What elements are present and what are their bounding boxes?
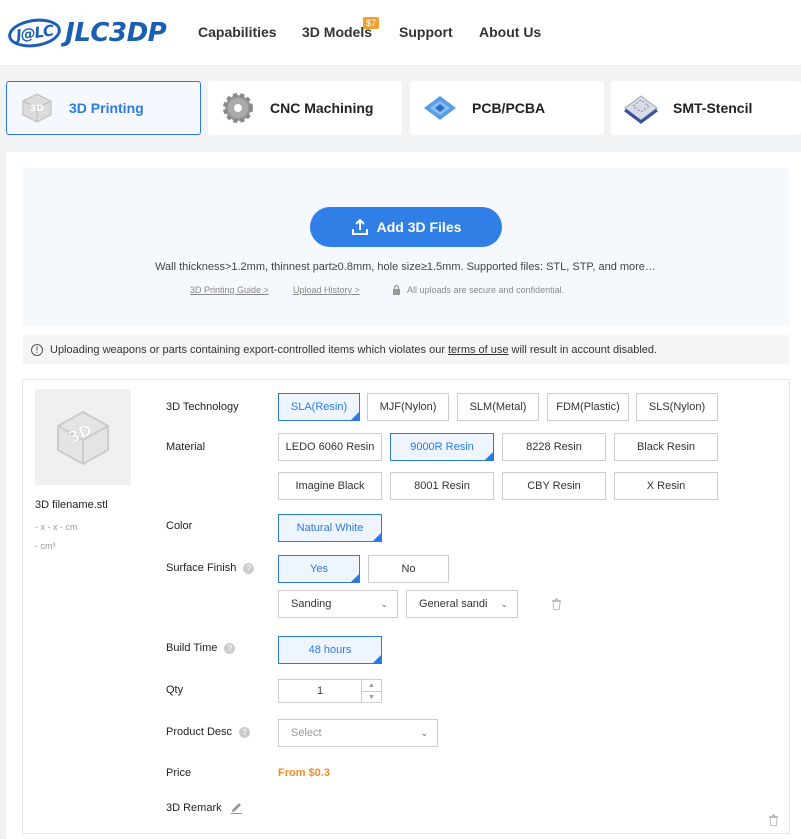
- chevron-down-icon: ⌄: [380, 599, 388, 609]
- qty-decrement-button[interactable]: ▼: [362, 692, 381, 703]
- logo-badge: J@LC: [6, 15, 63, 51]
- 3d-model-icon: 3D: [57, 410, 109, 466]
- terms-of-use-link[interactable]: terms of use: [448, 344, 509, 356]
- material-9000r[interactable]: 9000R Resin: [390, 433, 494, 461]
- secure-text: All uploads are secure and confidential.: [407, 285, 565, 295]
- upload-icon: [351, 218, 368, 235]
- secure-note: All uploads are secure and confidential.: [392, 285, 564, 295]
- nav-capabilities[interactable]: Capabilities: [198, 24, 277, 40]
- qty-label: Qty: [166, 684, 184, 696]
- trash-icon[interactable]: [768, 814, 779, 826]
- product-desc-text: Product Desc: [166, 726, 233, 738]
- price-value: From $0.3: [278, 767, 330, 779]
- material-x-resin[interactable]: X Resin: [614, 472, 718, 500]
- remark-text: 3D Remark: [166, 801, 222, 814]
- qty-value: 1: [316, 685, 324, 697]
- surface-no[interactable]: No: [368, 555, 449, 583]
- tech-slm-metal[interactable]: SLM(Metal): [457, 393, 539, 421]
- quantity-stepper[interactable]: 1 ▲ ▼: [278, 679, 382, 703]
- chevron-down-icon: ⌄: [500, 599, 508, 609]
- tech-sla-resin[interactable]: SLA(Resin): [278, 393, 360, 421]
- nav-support[interactable]: Support: [399, 24, 453, 40]
- product-desc-label: Product Desc ?: [166, 726, 251, 738]
- tab-smt-stencil[interactable]: SMT-Stencil: [611, 81, 801, 135]
- price-label: Price: [166, 767, 192, 779]
- export-warning: ! Uploading weapons or parts containing …: [23, 335, 789, 364]
- finish-type-value: Sanding: [291, 598, 332, 610]
- add-3d-files-label: Add 3D Files: [376, 219, 462, 235]
- tab-label: SMT-Stencil: [673, 100, 753, 116]
- qty-step-buttons: ▲ ▼: [361, 680, 381, 702]
- color-natural-white[interactable]: Natural White: [278, 514, 382, 542]
- finish-detail-select[interactable]: General sandi ⌄: [406, 590, 518, 618]
- stencil-icon: [621, 91, 661, 125]
- pencil-icon[interactable]: [230, 801, 243, 814]
- gear-icon: [218, 91, 258, 125]
- build-time-label: Build Time ?: [166, 642, 236, 654]
- nav-badge: $7: [363, 17, 380, 29]
- finish-type-select[interactable]: Sanding ⌄: [278, 590, 398, 618]
- file-dimensions: - x - x - cm: [35, 522, 78, 532]
- material-8228[interactable]: 8228 Resin: [502, 433, 606, 461]
- nav-about-us[interactable]: About Us: [479, 24, 541, 40]
- upload-dropzone[interactable]: [23, 168, 789, 326]
- build-time-text: Build Time: [166, 642, 218, 654]
- tech-mjf-nylon[interactable]: MJF(Nylon): [367, 393, 449, 421]
- material-cby[interactable]: CBY Resin: [502, 472, 606, 500]
- upload-history-link[interactable]: Upload History >: [293, 285, 360, 295]
- help-icon[interactable]: ?: [239, 726, 251, 738]
- tech-fdm-plastic[interactable]: FDM(Plastic): [547, 393, 629, 421]
- material-ledo-6060[interactable]: LEDO 6060 Resin: [278, 433, 382, 461]
- chevron-down-icon: ⌄: [420, 728, 428, 738]
- upload-hint: Wall thickness>1.2mm, thinnest part≥0.8m…: [155, 261, 656, 273]
- logo-text: JLC3DP: [65, 18, 167, 48]
- warning-text-before: Uploading weapons or parts containing ex…: [50, 343, 445, 356]
- tab-3d-printing[interactable]: 3D 3D Printing: [6, 81, 201, 135]
- trash-icon[interactable]: [551, 598, 562, 610]
- material-8001[interactable]: 8001 Resin: [390, 472, 494, 500]
- file-thumbnail: 3D: [35, 389, 131, 485]
- color-label: Color: [166, 520, 193, 532]
- nav-3d-models[interactable]: 3D Models: [302, 24, 372, 40]
- product-desc-select[interactable]: Select ⌄: [278, 719, 438, 747]
- help-icon[interactable]: ?: [224, 642, 236, 654]
- tab-label: PCB/PCBA: [472, 100, 546, 116]
- remark-label: 3D Remark: [166, 801, 243, 814]
- tab-label: 3D Printing: [69, 100, 144, 116]
- material-black-resin[interactable]: Black Resin: [614, 433, 718, 461]
- surface-finish-text: Surface Finish: [166, 562, 237, 574]
- pcb-icon: [420, 91, 460, 125]
- tab-label: CNC Machining: [270, 100, 374, 116]
- qty-increment-button[interactable]: ▲: [362, 680, 381, 692]
- material-imagine-black[interactable]: Imagine Black: [278, 472, 382, 500]
- help-icon[interactable]: ?: [243, 562, 255, 574]
- 3d-printing-icon: 3D: [17, 91, 57, 125]
- surface-finish-label: Surface Finish ?: [166, 562, 255, 574]
- warning-text-after: will result in account disabled.: [511, 343, 658, 356]
- printing-guide-link[interactable]: 3D Printing Guide >: [190, 285, 269, 295]
- material-label: Material: [166, 441, 206, 453]
- tab-pcb-pcba[interactable]: PCB/PCBA: [410, 81, 604, 135]
- product-desc-placeholder: Select: [291, 727, 322, 739]
- tab-cnc-machining[interactable]: CNC Machining: [208, 81, 402, 135]
- svg-text:3D: 3D: [30, 104, 44, 114]
- alert-icon: !: [31, 343, 43, 356]
- lock-icon: [393, 285, 400, 295]
- file-name: 3D filename.stl: [35, 499, 108, 511]
- add-3d-files-button[interactable]: Add 3D Files: [310, 207, 502, 247]
- tech-sls-nylon[interactable]: SLS(Nylon): [636, 393, 718, 421]
- file-volume: - cm³: [35, 541, 56, 551]
- surface-yes[interactable]: Yes: [278, 555, 360, 583]
- logo[interactable]: J@LC JLC3DP: [6, 14, 167, 52]
- technology-label: 3D Technology: [166, 401, 239, 413]
- finish-detail-value: General sandi: [419, 598, 488, 610]
- build-time-48h[interactable]: 48 hours: [278, 636, 382, 664]
